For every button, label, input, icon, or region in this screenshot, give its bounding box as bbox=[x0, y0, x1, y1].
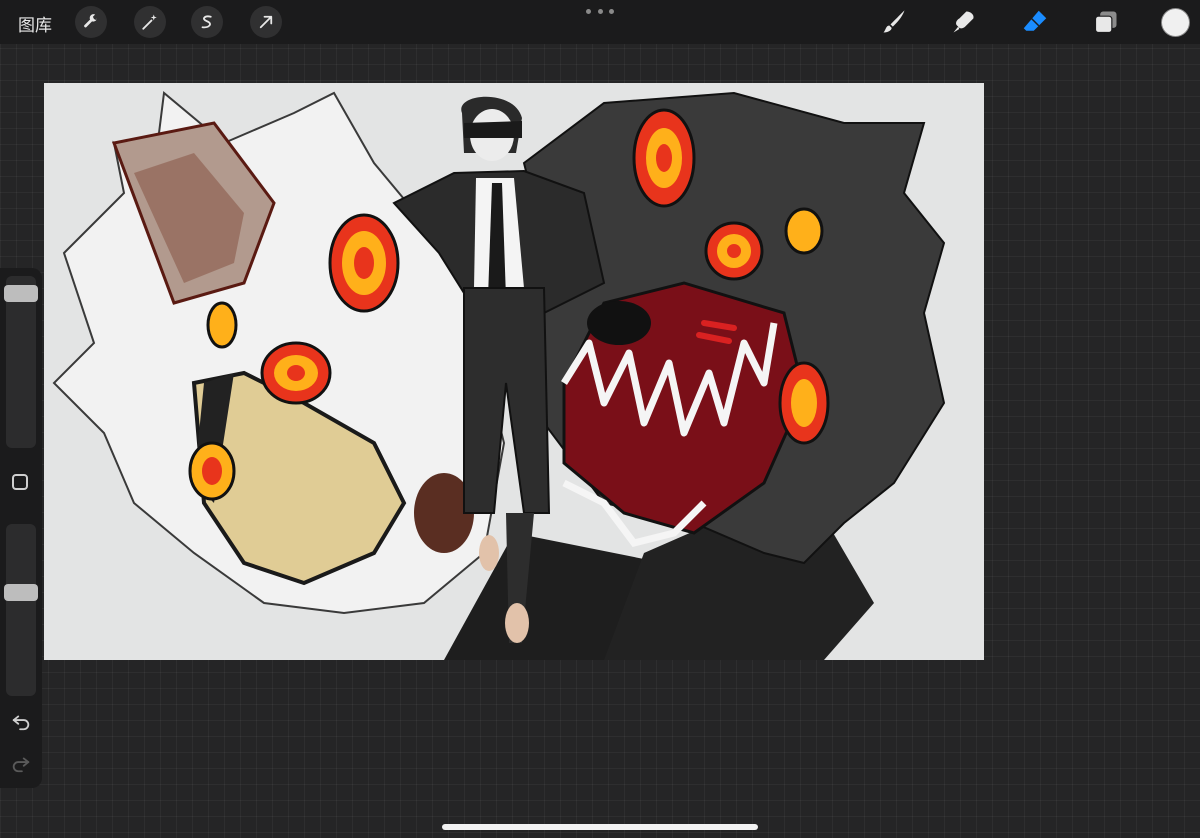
drawing-canvas[interactable] bbox=[44, 83, 984, 660]
transform-arrow-icon bbox=[259, 15, 273, 29]
brush-tool-button[interactable] bbox=[878, 6, 910, 38]
glowing-eye bbox=[260, 341, 332, 405]
layers-icon bbox=[1094, 11, 1117, 34]
color-picker-button[interactable] bbox=[1162, 9, 1189, 36]
brush-size-thumb[interactable] bbox=[4, 285, 38, 302]
left-sidebar bbox=[0, 268, 42, 788]
selection-icon bbox=[201, 15, 212, 29]
black-wolf-figure bbox=[522, 91, 946, 565]
smudge-tool-button[interactable] bbox=[948, 6, 980, 38]
glowing-eye bbox=[704, 221, 764, 281]
more-options-dots[interactable] bbox=[586, 6, 614, 16]
transform-button[interactable] bbox=[250, 6, 282, 38]
wrench-icon bbox=[84, 14, 97, 28]
glowing-eye bbox=[328, 213, 400, 313]
artwork-illustration bbox=[44, 83, 984, 660]
smudge-icon bbox=[953, 11, 974, 33]
modify-button[interactable] bbox=[12, 474, 28, 490]
gallery-button[interactable]: 图库 bbox=[18, 11, 52, 36]
opacity-thumb[interactable] bbox=[4, 584, 38, 601]
eraser-tool-button[interactable] bbox=[1019, 6, 1051, 38]
home-indicator[interactable] bbox=[442, 824, 758, 830]
eraser-icon bbox=[1023, 10, 1047, 31]
magic-wand-icon bbox=[142, 14, 157, 30]
redo-icon[interactable] bbox=[10, 752, 32, 774]
opacity-slider[interactable] bbox=[6, 524, 36, 696]
adjustments-button[interactable] bbox=[134, 6, 166, 38]
selection-button[interactable] bbox=[191, 6, 223, 38]
glowing-eye bbox=[632, 108, 696, 208]
actions-button[interactable] bbox=[75, 6, 107, 38]
brush-icon bbox=[883, 10, 905, 33]
layers-button[interactable] bbox=[1090, 6, 1122, 38]
undo-icon[interactable] bbox=[10, 710, 32, 732]
top-toolbar: 图库 bbox=[0, 0, 1200, 44]
